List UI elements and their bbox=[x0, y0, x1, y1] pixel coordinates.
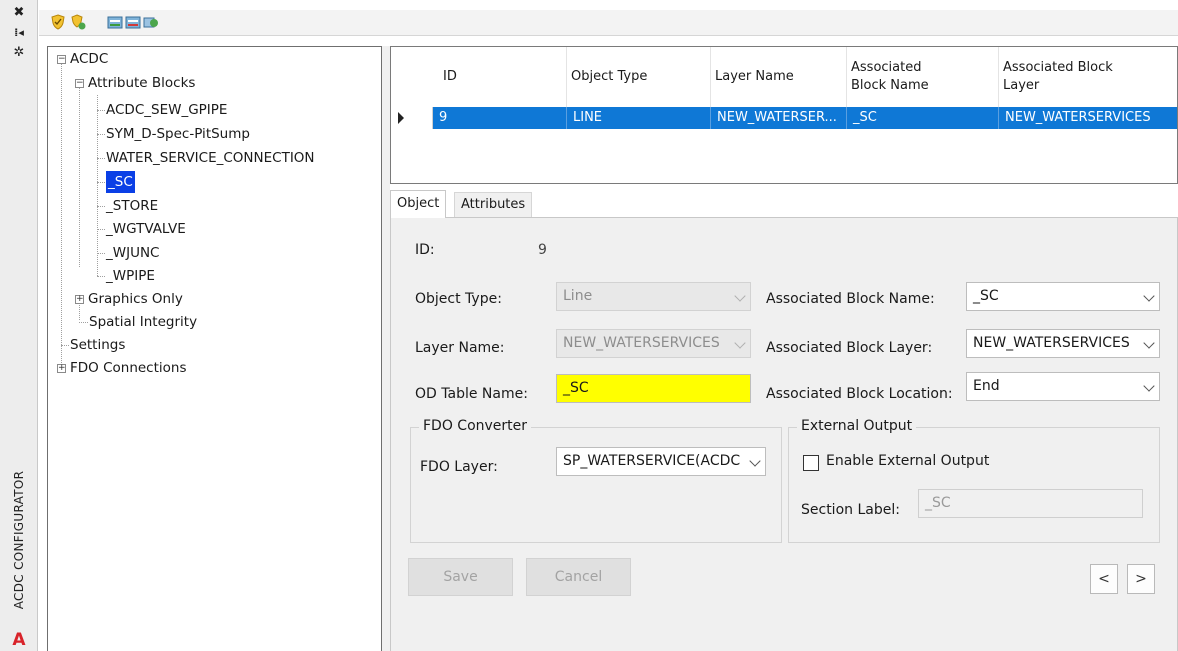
enable-external-output-checkbox[interactable] bbox=[803, 455, 819, 471]
associated-block-layer-label: Associated Block Layer: bbox=[766, 340, 933, 356]
splitter[interactable] bbox=[382, 46, 390, 651]
next-record-button[interactable]: > bbox=[1127, 564, 1155, 594]
chevron-down-icon bbox=[1143, 337, 1155, 349]
fdo-layer-label: FDO Layer: bbox=[420, 459, 498, 475]
id-value: 9 bbox=[538, 242, 547, 258]
tree-guide bbox=[79, 82, 80, 267]
tree-guide bbox=[97, 206, 105, 207]
tree-node-attribute-blocks[interactable]: Attribute Blocks bbox=[88, 72, 195, 94]
tree-guide bbox=[97, 95, 98, 276]
associated-block-name-select[interactable]: _SC bbox=[966, 282, 1160, 311]
tree-node-block[interactable]: _WPIPE bbox=[106, 265, 155, 287]
tree-node-block[interactable]: _WJUNC bbox=[106, 242, 160, 264]
associated-block-name-label: Associated Block Name: bbox=[766, 291, 935, 307]
external-output-group: External Output Enable External Output S… bbox=[788, 418, 1160, 543]
fdo-layer-select[interactable]: SP_WATERSERVICE(ACDC bbox=[556, 447, 766, 476]
tree-guide bbox=[79, 322, 88, 323]
section-label-label: Section Label: bbox=[801, 502, 900, 518]
previous-record-button[interactable]: < bbox=[1090, 564, 1118, 594]
tree-node-settings[interactable]: Settings bbox=[70, 334, 125, 356]
tree-node-acdc[interactable]: ACDC bbox=[70, 48, 108, 70]
chevron-down-icon bbox=[1143, 290, 1155, 302]
tree-node-graphics-only[interactable]: Graphics Only bbox=[88, 288, 183, 310]
tree-node-block-selected[interactable]: _SC bbox=[106, 171, 135, 193]
id-label: ID: bbox=[415, 242, 435, 258]
associated-block-layer-select[interactable]: NEW_WATERSERVICES bbox=[966, 329, 1160, 358]
tree-node-block[interactable]: WATER_SERVICE_CONNECTION bbox=[106, 147, 315, 169]
tree-node-block[interactable]: _WGTVALVE bbox=[106, 218, 186, 240]
palette-title: ACDC CONFIGURATOR bbox=[12, 470, 26, 610]
cancel-button[interactable]: Cancel bbox=[526, 558, 631, 596]
tree-guide bbox=[97, 134, 105, 135]
tree-guide bbox=[97, 276, 105, 277]
enable-external-output-label: Enable External Output bbox=[826, 453, 990, 469]
export-icon[interactable] bbox=[125, 14, 141, 30]
cell-layer-name[interactable]: NEW_WATERSER... bbox=[711, 107, 847, 129]
column-header-layer-name[interactable]: Layer Name bbox=[711, 47, 847, 107]
cell-object-type[interactable]: LINE bbox=[567, 107, 711, 129]
tree-guide bbox=[97, 229, 105, 230]
chevron-down-icon bbox=[734, 337, 746, 349]
chevron-down-icon bbox=[1143, 380, 1155, 392]
tree-node-spatial-integrity[interactable]: Spatial Integrity bbox=[89, 311, 197, 333]
tree-guide bbox=[97, 158, 105, 159]
cell-id[interactable]: 9 bbox=[433, 107, 567, 129]
tree-guide bbox=[61, 345, 69, 346]
layer-name-label: Layer Name: bbox=[415, 340, 505, 356]
expand-icon[interactable]: + bbox=[57, 364, 66, 373]
autocad-logo-icon: A bbox=[12, 630, 26, 650]
tab-attributes[interactable]: Attributes bbox=[454, 192, 533, 218]
tree-guide bbox=[97, 110, 105, 111]
column-header-object-type[interactable]: Object Type bbox=[567, 47, 711, 107]
object-panel: ID: 9 Object Type: Line Layer Name: NEW_… bbox=[390, 217, 1178, 651]
tree-node-fdo-connections[interactable]: FDO Connections bbox=[70, 357, 187, 379]
column-header-associated-block-layer[interactable]: Associated Block Layer bbox=[999, 47, 1177, 107]
objects-grid: ID Object Type Layer Name Associated Blo… bbox=[390, 46, 1178, 184]
chevron-down-icon bbox=[749, 455, 761, 467]
collapse-icon[interactable]: − bbox=[75, 79, 84, 88]
od-table-name-label: OD Table Name: bbox=[415, 386, 528, 402]
shield-icon[interactable] bbox=[50, 14, 66, 30]
associated-block-location-select[interactable]: End bbox=[966, 372, 1160, 401]
fdo-converter-group: FDO Converter FDO Layer: SP_WATERSERVICE… bbox=[410, 418, 782, 543]
section-label-input[interactable]: _SC bbox=[918, 489, 1143, 518]
tree-guide bbox=[61, 59, 62, 369]
close-icon[interactable]: ✖ bbox=[0, 2, 38, 24]
expand-icon[interactable]: + bbox=[75, 295, 84, 304]
palette-strip: ✖ ⁞◂ ✲ ACDC CONFIGURATOR A bbox=[0, 0, 38, 651]
collapse-icon[interactable]: − bbox=[57, 55, 66, 64]
tab-strip: Object Attributes bbox=[390, 190, 1178, 218]
tree-guide bbox=[97, 253, 105, 254]
row-selector-icon[interactable] bbox=[391, 107, 433, 129]
object-type-label: Object Type: bbox=[415, 291, 502, 307]
fdo-converter-title: FDO Converter bbox=[419, 418, 532, 434]
object-type-select[interactable]: Line bbox=[556, 282, 751, 311]
column-header-id[interactable]: ID bbox=[433, 47, 567, 107]
od-table-name-input[interactable]: _SC bbox=[556, 374, 751, 403]
configuration-tree: − ACDC − Attribute Blocks ACDC_SEW_GPIPE… bbox=[47, 46, 382, 651]
cell-associated-block-name[interactable]: _SC bbox=[847, 107, 999, 129]
chevron-down-icon bbox=[734, 290, 746, 302]
layer-name-select[interactable]: NEW_WATERSERVICES bbox=[556, 329, 751, 358]
tree-node-block[interactable]: _STORE bbox=[106, 195, 158, 217]
toolbar bbox=[39, 10, 1178, 36]
cell-associated-block-layer[interactable]: NEW_WATERSERVICES bbox=[999, 107, 1177, 129]
tree-node-block[interactable]: SYM_D-Spec-PitSump bbox=[106, 123, 250, 145]
save-button[interactable]: Save bbox=[408, 558, 513, 596]
tree-guide bbox=[79, 302, 80, 320]
tab-object[interactable]: Object bbox=[390, 190, 447, 218]
auto-hide-icon[interactable]: ⁞◂ bbox=[0, 22, 38, 44]
tree-guide bbox=[97, 182, 105, 183]
shield-refresh-icon[interactable] bbox=[70, 14, 86, 30]
column-header-associated-block-name[interactable]: Associated Block Name bbox=[847, 47, 999, 107]
settings-icon[interactable]: ✲ bbox=[0, 42, 38, 64]
associated-block-location-label: Associated Block Location: bbox=[766, 386, 953, 402]
tree-node-block[interactable]: ACDC_SEW_GPIPE bbox=[106, 99, 227, 121]
sync-icon[interactable] bbox=[143, 14, 159, 30]
import-icon[interactable] bbox=[107, 14, 123, 30]
external-output-title: External Output bbox=[797, 418, 917, 434]
